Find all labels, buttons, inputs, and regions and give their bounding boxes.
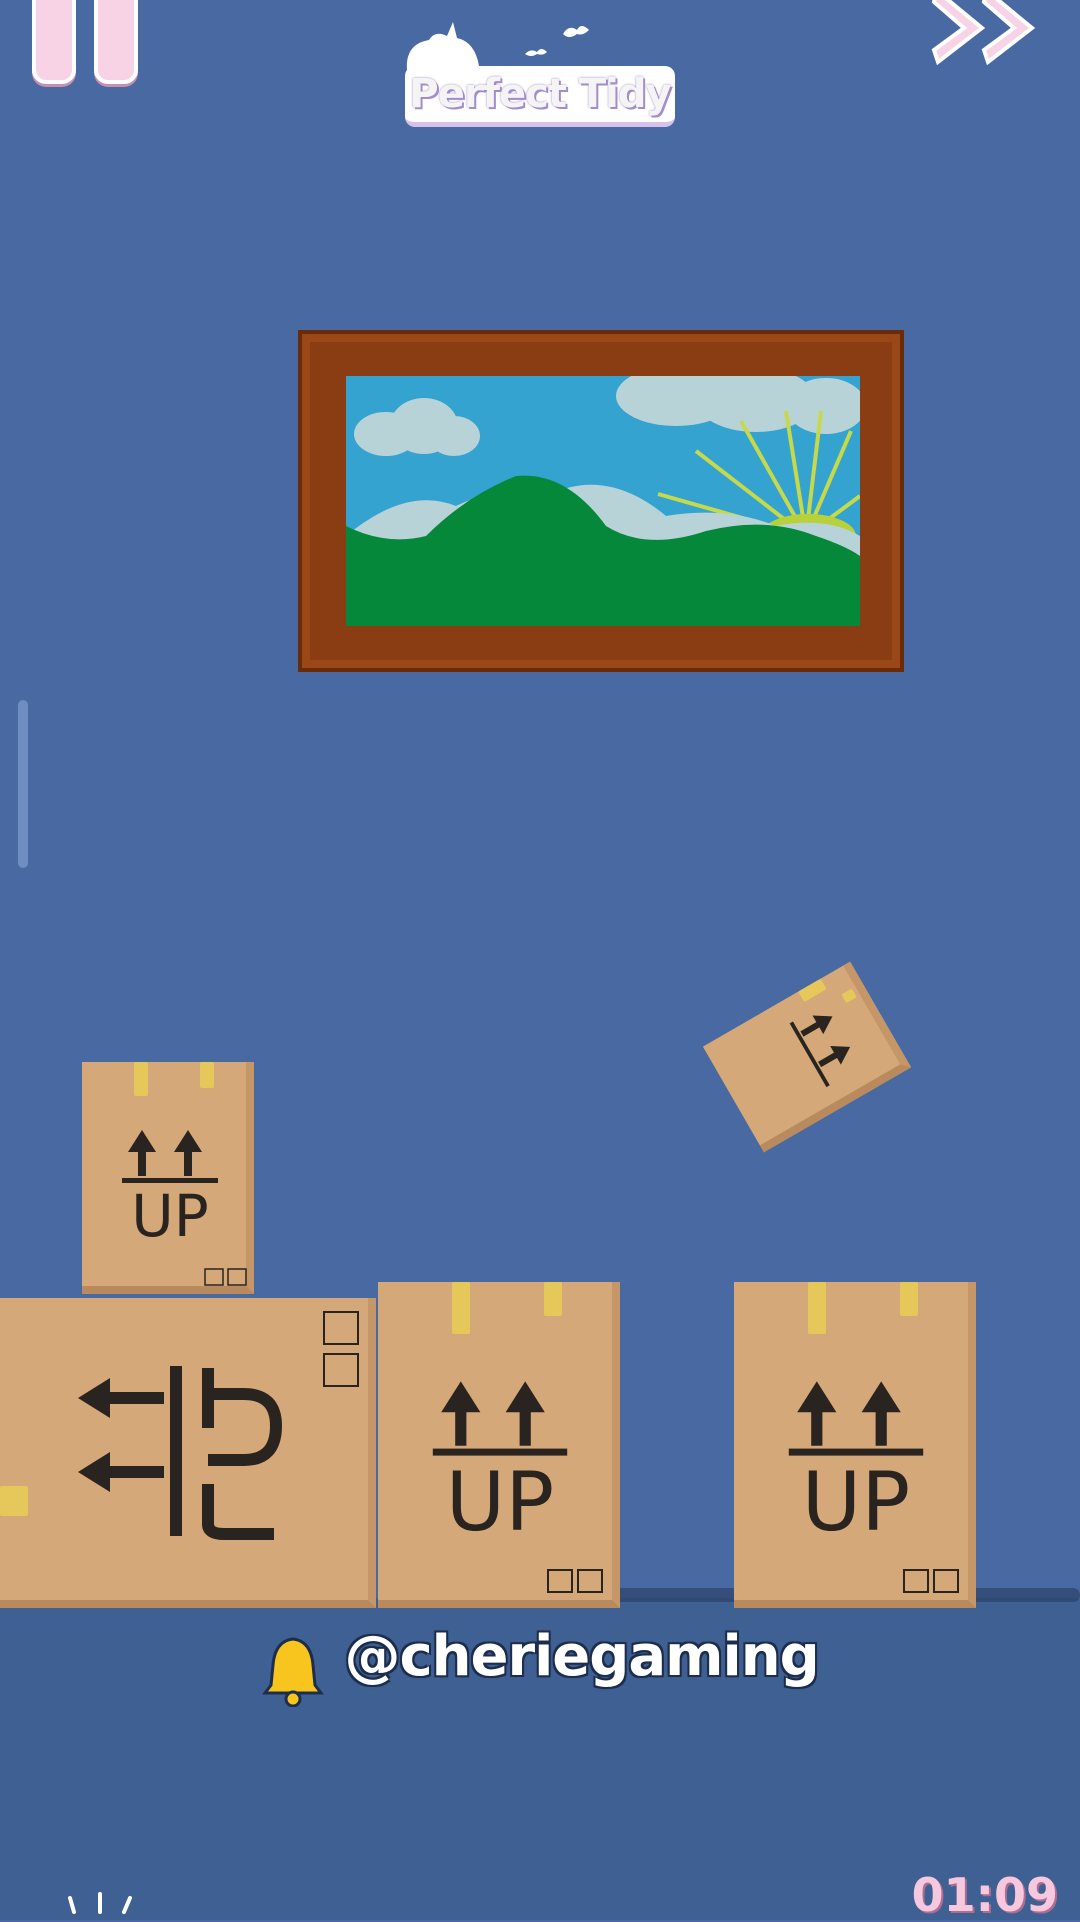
- game-logo: Perfect Tidy: [395, 10, 685, 127]
- channel-handle: @cheriegaming: [0, 1624, 1080, 1707]
- fast-forward-button[interactable]: [930, 0, 1050, 80]
- up-arrows-icon: [789, 1015, 851, 1088]
- pause-icon: [32, 0, 76, 84]
- box-middle[interactable]: UP: [378, 1282, 620, 1608]
- handling-icons: [323, 1311, 359, 1387]
- bell-icon: [262, 1636, 325, 1707]
- box-right[interactable]: UP: [734, 1282, 976, 1608]
- landscape-scene: [346, 376, 860, 626]
- game-timer: 01:09: [911, 1868, 1058, 1922]
- pause-button[interactable]: [32, 0, 142, 84]
- up-arrows-icon: UP: [788, 1381, 924, 1542]
- sideways-up-icon: [78, 1366, 283, 1540]
- up-arrows-icon: UP: [432, 1381, 568, 1542]
- scroll-indicator[interactable]: [18, 700, 28, 868]
- svg-text:UP: UP: [446, 1456, 554, 1542]
- falling-box[interactable]: [702, 961, 912, 1153]
- landscape-painting: [346, 376, 860, 626]
- svg-text:UP: UP: [802, 1456, 910, 1542]
- large-box-sideways[interactable]: [0, 1298, 376, 1608]
- painting-frame[interactable]: [298, 330, 904, 672]
- svg-text:UP: UP: [131, 1182, 208, 1244]
- small-box[interactable]: UP: [82, 1062, 254, 1294]
- handling-icons: [547, 1569, 603, 1593]
- handling-icons: [903, 1569, 959, 1593]
- fast-forward-icon: [931, 0, 1036, 66]
- game-title: Perfect Tidy: [405, 66, 675, 127]
- handling-icons: [204, 1268, 247, 1286]
- handle-text: @cheriegaming: [344, 1624, 819, 1689]
- sparkle-icon: [68, 1892, 132, 1914]
- up-arrows-icon: UP: [122, 1130, 218, 1244]
